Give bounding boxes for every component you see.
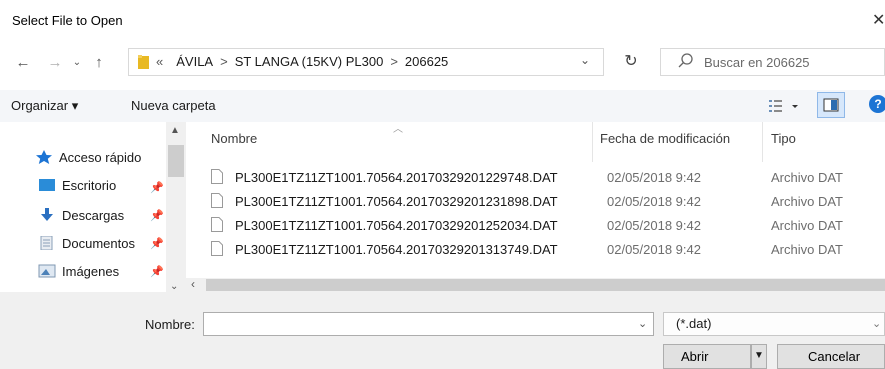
pin-icon[interactable]: 📌 xyxy=(150,181,164,194)
breadcrumb-item-avila[interactable]: ÁVILA xyxy=(176,54,213,69)
preview-pane-icon xyxy=(823,98,839,112)
file-type: Archivo DAT xyxy=(771,242,843,257)
breadcrumb-item-206625[interactable]: 206625 xyxy=(405,54,448,69)
file-row[interactable]: PL300E1TZ11ZT1001.70564.2017032920123189… xyxy=(211,190,885,214)
file-name: PL300E1TZ11ZT1001.70564.2017032920123189… xyxy=(235,194,558,209)
file-icon xyxy=(211,217,223,232)
column-divider[interactable] xyxy=(592,122,593,162)
file-row[interactable]: PL300E1TZ11ZT1001.70564.2017032920122974… xyxy=(211,166,885,190)
nav-item-label: Imágenes xyxy=(62,263,120,279)
breadcrumb-overflow[interactable]: « xyxy=(156,54,163,69)
nav-item-quick-access[interactable]: Acceso rápido xyxy=(35,146,141,168)
document-icon xyxy=(40,236,53,250)
column-header-name[interactable]: Nombre xyxy=(211,131,257,146)
pin-icon[interactable]: 📌 xyxy=(150,237,164,250)
help-icon[interactable]: ? xyxy=(869,95,885,113)
file-name: PL300E1TZ11ZT1001.70564.2017032920131374… xyxy=(235,242,558,257)
file-modified: 02/05/2018 9:42 xyxy=(607,218,701,233)
nav-item-downloads[interactable]: Descargas xyxy=(38,204,124,226)
file-row[interactable]: PL300E1TZ11ZT1001.70564.2017032920125203… xyxy=(211,214,885,238)
pictures-icon xyxy=(38,264,56,278)
scroll-up-arrow-icon[interactable]: ▲ xyxy=(170,125,180,136)
column-header-modified[interactable]: Fecha de modificación xyxy=(600,131,730,146)
organize-menu-button[interactable]: Organizar ▾ xyxy=(11,98,78,114)
back-arrow-icon[interactable]: ← xyxy=(12,52,34,74)
scroll-down-arrow-icon[interactable]: ⌄ xyxy=(170,281,178,292)
file-name-label: Nombre: xyxy=(145,317,195,332)
preview-pane-button[interactable] xyxy=(817,92,845,118)
window-title: Select File to Open xyxy=(12,13,123,28)
nav-item-documents[interactable]: Documentos xyxy=(38,232,135,254)
address-dropdown-chevron-icon[interactable]: ⌄ xyxy=(580,53,590,67)
nav-item-pictures[interactable]: Imágenes xyxy=(38,260,119,282)
file-modified: 02/05/2018 9:42 xyxy=(607,170,701,185)
file-modified: 02/05/2018 9:42 xyxy=(607,194,701,209)
file-icon xyxy=(211,241,223,256)
open-options-dropdown-icon[interactable]: ▼ xyxy=(751,344,767,369)
scroll-left-arrow-icon[interactable]: ‹ xyxy=(191,277,195,291)
pin-icon[interactable]: 📌 xyxy=(150,265,164,278)
file-name-dropdown-chevron-icon[interactable]: ⌄ xyxy=(638,317,647,330)
cancel-button-label: Cancelar xyxy=(808,349,861,364)
view-options-icon[interactable] xyxy=(767,94,803,118)
star-icon xyxy=(36,150,52,164)
download-icon xyxy=(41,208,53,221)
nav-scroll-thumb[interactable] xyxy=(168,145,184,177)
new-folder-button[interactable]: Nueva carpeta xyxy=(131,98,216,113)
file-type: Archivo DAT xyxy=(771,194,843,209)
file-type: Archivo DAT xyxy=(771,170,843,185)
file-icon xyxy=(211,193,223,208)
horizontal-scroll-thumb[interactable] xyxy=(206,279,885,291)
title-bar xyxy=(0,0,885,44)
up-arrow-icon[interactable]: ↑ xyxy=(88,52,110,74)
file-row[interactable]: PL300E1TZ11ZT1001.70564.2017032920131374… xyxy=(211,238,885,262)
search-placeholder: Buscar en 206625 xyxy=(704,55,810,70)
pin-icon[interactable]: 📌 xyxy=(150,209,164,222)
file-name-input[interactable] xyxy=(203,312,654,336)
nav-item-label: Escritorio xyxy=(62,177,117,193)
nav-item-desktop[interactable]: Escritorio xyxy=(38,174,116,196)
search-icon xyxy=(678,53,693,68)
nav-item-label: Descargas xyxy=(62,207,125,223)
file-modified: 02/05/2018 9:42 xyxy=(607,242,701,257)
breadcrumb-separator[interactable]: > xyxy=(220,54,228,69)
breadcrumb: « ÁVILA > ST LANGA (15KV) PL300 > 206625 xyxy=(156,54,448,69)
file-type: Archivo DAT xyxy=(771,218,843,233)
file-name: PL300E1TZ11ZT1001.70564.2017032920125203… xyxy=(235,218,558,233)
folder-icon xyxy=(138,55,149,69)
breadcrumb-item-st-langa[interactable]: ST LANGA (15KV) PL300 xyxy=(235,54,384,69)
recent-locations-chevron-icon[interactable]: ⌄ xyxy=(66,52,88,74)
close-icon[interactable]: ✕ xyxy=(872,10,885,30)
column-divider[interactable] xyxy=(762,122,763,162)
nav-item-label: Documentos xyxy=(62,235,135,251)
file-icon xyxy=(211,169,223,184)
forward-arrow-icon[interactable]: → xyxy=(44,52,66,74)
file-type-filter-value: (*.dat) xyxy=(676,316,712,331)
desktop-icon xyxy=(39,179,55,191)
open-button-label: Abrir xyxy=(681,349,709,364)
sort-arrow-icon: ︿ xyxy=(393,124,403,135)
file-name: PL300E1TZ11ZT1001.70564.2017032920122974… xyxy=(235,170,558,185)
filter-dropdown-chevron-icon[interactable]: ⌄ xyxy=(872,317,881,330)
refresh-icon[interactable]: ↻ xyxy=(613,48,649,76)
column-header-type[interactable]: Tipo xyxy=(771,131,796,146)
nav-item-label: Acceso rápido xyxy=(59,149,142,165)
breadcrumb-separator[interactable]: > xyxy=(390,54,398,69)
